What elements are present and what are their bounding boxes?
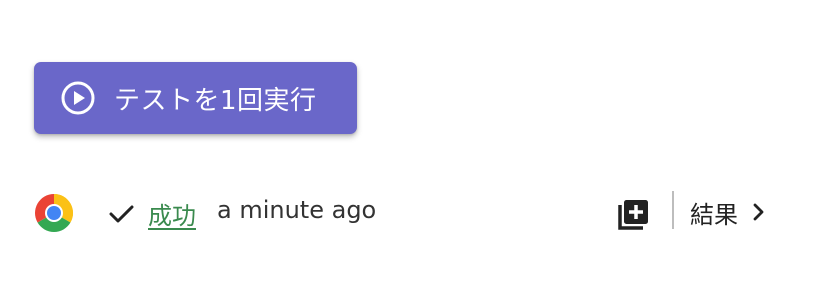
chevron-right-icon [750,201,768,223]
results-link[interactable]: 結果 [690,188,768,236]
chrome-icon [34,193,74,233]
status-success-link[interactable]: 成功 [148,196,196,231]
run-timestamp: a minute ago [217,196,377,224]
library-add-icon[interactable] [616,196,652,232]
divider [672,191,674,229]
run-test-once-label: テストを1回実行 [114,85,317,116]
test-result-row: 成功 a minute ago 結果 [0,188,826,236]
run-test-once-button[interactable]: テストを1回実行 [34,62,357,134]
results-label: 結果 [690,200,738,229]
play-circle-icon [60,80,96,116]
check-icon [108,202,136,226]
